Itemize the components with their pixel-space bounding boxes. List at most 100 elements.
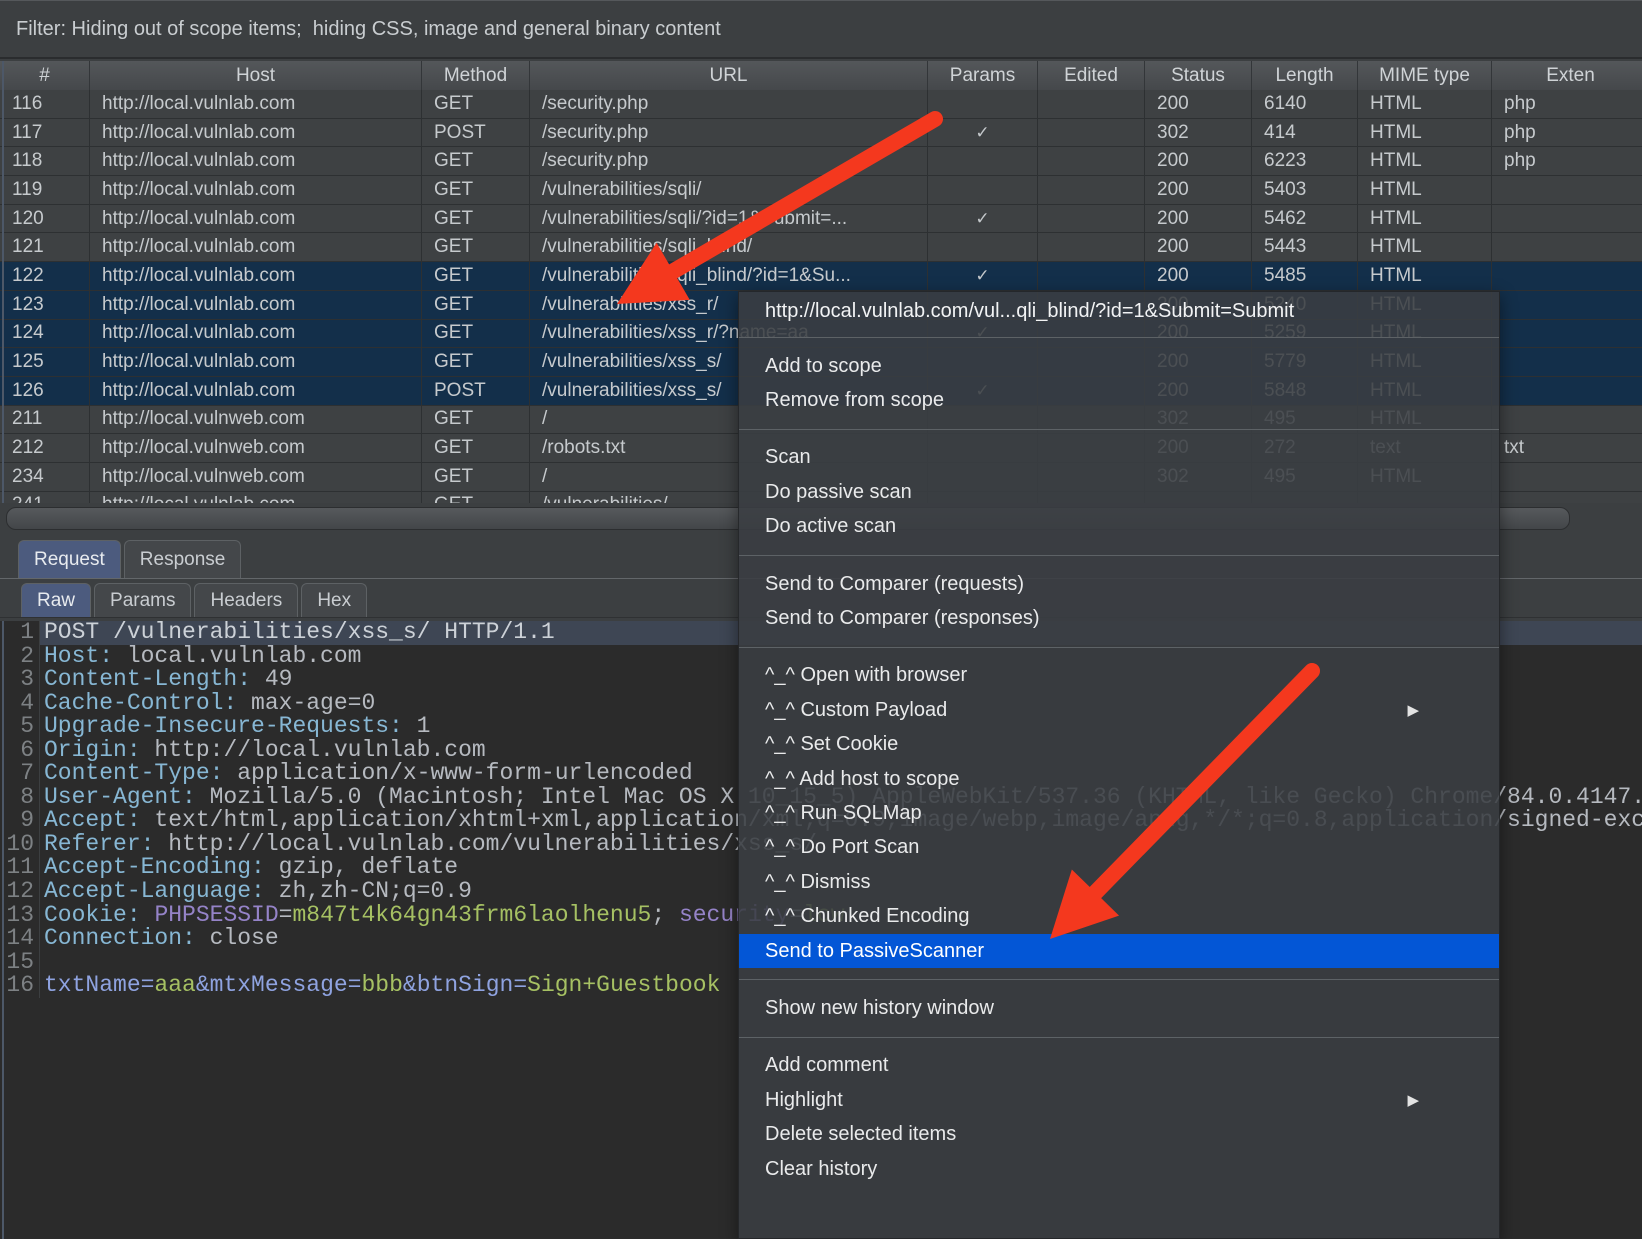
menu-item-do-port-scan[interactable]: ^_^ Do Port Scan [739,831,1499,865]
cell: /vulnerabilities/sqli_blind/ [530,233,928,262]
cell [1492,377,1642,406]
table-row-116[interactable]: 116http://local.vulnlab.comGET/security.… [0,90,1642,119]
line-number: 7 [0,762,40,786]
menu-item-add-comment[interactable]: Add comment [739,1049,1499,1083]
line-number: 5 [0,715,40,739]
menu-item-clear-history[interactable]: Clear history [739,1152,1499,1186]
line-number: 2 [0,645,40,669]
cell: /vulnerabilities/sqli/ [530,176,928,205]
column-header-method[interactable]: Method [422,61,530,90]
column-header-length[interactable]: Length [1252,61,1358,90]
column-header-url[interactable]: URL [530,61,928,90]
menu-item-add-to-scope[interactable]: Add to scope [739,349,1499,383]
cell: 5403 [1252,176,1358,205]
cell: GET [422,262,530,291]
menu-separator [739,337,1499,338]
cell: http://local.vulnlab.com [90,291,422,320]
cell: 116 [0,90,90,119]
menu-item-do-passive-scan[interactable]: Do passive scan [739,475,1499,509]
column-header--[interactable]: # [0,61,90,90]
menu-item-scan[interactable]: Scan [739,441,1499,475]
menu-item-custom-payload[interactable]: ^_^ Custom Payload▶ [739,693,1499,727]
cell [1492,348,1642,377]
line-number: 11 [0,856,40,880]
cell: 200 [1145,147,1252,176]
editor-focus-border [2,621,4,1239]
cell: HTML [1358,119,1492,148]
menu-item-chunked-encoding[interactable]: ^_^ Chunked Encoding [739,899,1499,933]
column-header-mime-type[interactable]: MIME type [1358,61,1492,90]
menu-separator [739,429,1499,430]
subtab-params[interactable]: Params [94,583,191,618]
cell: /security.php [530,90,928,119]
table-row-122[interactable]: 122http://local.vulnlab.comGET/vulnerabi… [0,262,1642,291]
cell: http://local.vulnlab.com [90,119,422,148]
cell: http://local.vulnweb.com [90,406,422,435]
menu-item-send-to-passivescanner[interactable]: Send to PassiveScanner [739,934,1499,968]
table-row-120[interactable]: 120http://local.vulnlab.comGET/vulnerabi… [0,205,1642,234]
cell [1038,176,1145,205]
cell [1038,262,1145,291]
cell: GET [422,406,530,435]
menu-item-show-new-history-window[interactable]: Show new history window [739,991,1499,1025]
column-header-host[interactable]: Host [90,61,422,90]
column-header-status[interactable]: Status [1145,61,1252,90]
filter-text: Filter: Hiding out of scope items; hidin… [0,18,721,41]
menu-separator [739,1037,1499,1038]
menu-item-send-to-comparer-responses[interactable]: Send to Comparer (responses) [739,601,1499,635]
line-number: 16 [0,974,40,998]
cell: 5443 [1252,233,1358,262]
subtab-headers[interactable]: Headers [194,583,298,618]
cell: GET [422,348,530,377]
tab-request[interactable]: Request [18,540,121,579]
table-row-119[interactable]: 119http://local.vulnlab.comGET/vulnerabi… [0,176,1642,205]
cell: http://local.vulnlab.com [90,348,422,377]
cell: GET [422,233,530,262]
cell: http://local.vulnlab.com [90,147,422,176]
column-header-params[interactable]: Params [928,61,1038,90]
column-header-exten[interactable]: Exten [1492,61,1642,90]
cell: 123 [0,291,90,320]
table-row-121[interactable]: 121http://local.vulnlab.comGET/vulnerabi… [0,233,1642,262]
menu-item-run-sqlmap[interactable]: ^_^ Run SQLMap [739,796,1499,830]
tab-response[interactable]: Response [124,540,242,579]
menu-item-add-host-to-scope[interactable]: ^_^ Add host to scope [739,762,1499,796]
table-row-117[interactable]: 117http://local.vulnlab.comPOST/security… [0,119,1642,148]
table-row-118[interactable]: 118http://local.vulnlab.comGET/security.… [0,147,1642,176]
menu-item-do-active-scan[interactable]: Do active scan [739,510,1499,544]
menu-item-highlight[interactable]: Highlight▶ [739,1083,1499,1117]
subtab-raw[interactable]: Raw [21,583,91,618]
cell [1492,176,1642,205]
cell: 5485 [1252,262,1358,291]
cell: 5462 [1252,205,1358,234]
subtab-hex[interactable]: Hex [301,583,367,618]
filter-bar[interactable]: Filter: Hiding out of scope items; hidin… [0,1,1642,59]
menu-item-open-with-browser[interactable]: ^_^ Open with browser [739,659,1499,693]
line-number: 12 [0,880,40,904]
menu-item-set-cookie[interactable]: ^_^ Set Cookie [739,728,1499,762]
line-number: 1 [0,621,40,645]
line-number: 8 [0,786,40,810]
cell: 200 [1145,205,1252,234]
table-focus-border [2,61,4,503]
cell: GET [422,205,530,234]
cell [1492,320,1642,349]
cell [1038,119,1145,148]
cell: HTML [1358,262,1492,291]
cell: 117 [0,119,90,148]
menu-item-send-to-comparer-requests[interactable]: Send to Comparer (requests) [739,567,1499,601]
cell: 200 [1145,262,1252,291]
cell: GET [422,291,530,320]
cell: http://local.vulnweb.com [90,463,422,492]
cell: http://local.vulnlab.com [90,492,422,503]
menu-item-delete-selected-items[interactable]: Delete selected items [739,1117,1499,1151]
menu-item-dismiss[interactable]: ^_^ Dismiss [739,865,1499,899]
cell: 200 [1145,176,1252,205]
cell: 414 [1252,119,1358,148]
menu-item-remove-from-scope[interactable]: Remove from scope [739,383,1499,417]
cell: 118 [0,147,90,176]
column-header-edited[interactable]: Edited [1038,61,1145,90]
cell: 302 [1145,119,1252,148]
burp-suite-window: Filter: Hiding out of scope items; hidin… [0,0,1642,1239]
cell: HTML [1358,147,1492,176]
